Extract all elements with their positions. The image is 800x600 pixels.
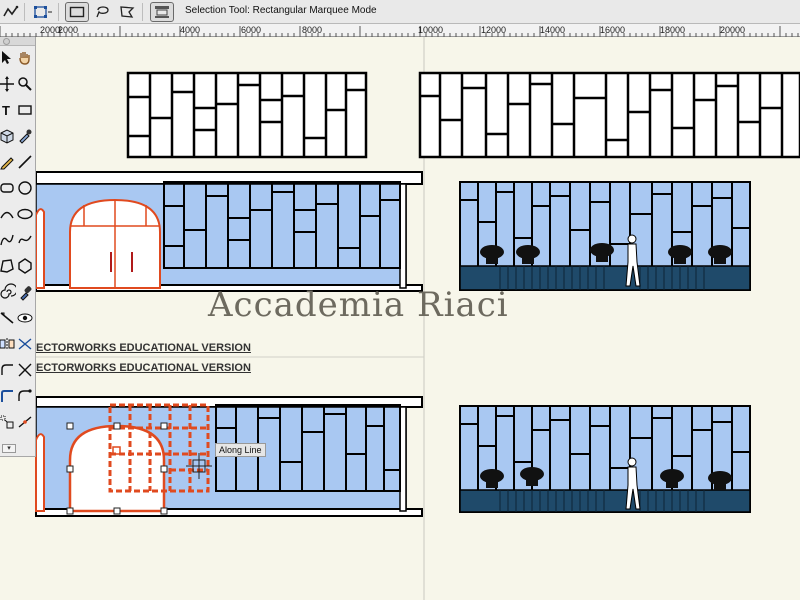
ruler-label: 12000	[481, 25, 507, 35]
oval-tool-icon[interactable]	[16, 205, 34, 223]
3d-tool-icon-glyph	[0, 129, 14, 144]
circle-tool-icon[interactable]	[16, 179, 34, 197]
snap-tooltip: Along Line	[215, 443, 266, 457]
mode-separator	[58, 3, 59, 21]
mirror-tool-icon-glyph	[0, 338, 15, 350]
svg-text:T: T	[2, 103, 10, 118]
trim-tool-icon[interactable]	[16, 361, 34, 379]
ruler-label: 14000	[540, 25, 566, 35]
fillet-tool-icon-glyph	[1, 364, 13, 375]
palette-title-bar[interactable]	[0, 37, 35, 46]
text-tool-icon-glyph: T	[2, 103, 10, 118]
pan-hand-icon[interactable]	[16, 49, 34, 67]
educational-version-label: ECTORWORKS EDUCATIONAL VERSION	[36, 342, 251, 354]
polygon-tool-icon[interactable]	[0, 257, 16, 275]
pencil-icon[interactable]	[0, 153, 16, 171]
rounded-rect-icon-glyph	[0, 183, 14, 193]
connect-tool-icon-glyph	[18, 389, 32, 401]
trim-tool-icon-glyph	[18, 363, 32, 377]
palette-expand-button[interactable]: ▾	[2, 444, 16, 453]
ruler-label: 16000	[600, 25, 626, 35]
dropper-icon[interactable]	[16, 283, 34, 301]
move-cursor-icon[interactable]	[0, 75, 16, 93]
polygon-tool-icon-glyph	[0, 259, 14, 273]
polyline-tool-icon[interactable]	[0, 231, 16, 249]
pencil-icon-glyph	[0, 157, 14, 170]
freehand-icon[interactable]	[16, 231, 34, 249]
ruler-label: 20000	[720, 25, 746, 35]
offset-tool-icon-glyph	[18, 338, 32, 350]
facade-elevation-middle-right[interactable]	[459, 181, 751, 291]
ruler-label: 10000	[418, 25, 444, 35]
rectangle-tool-icon[interactable]	[16, 101, 34, 119]
basic-tool-palette: T ▾	[0, 37, 36, 457]
lasso-marquee-icon[interactable]	[93, 2, 113, 22]
mode-bar: Selection Tool: Rectangular Marquee Mode	[0, 0, 800, 24]
visibility-icon[interactable]	[16, 309, 34, 327]
selection-arrow-icon-glyph	[2, 51, 11, 64]
zoom-icon-glyph	[18, 77, 32, 91]
ruler-label: 8000	[302, 25, 323, 35]
wall-tool-icon[interactable]	[0, 309, 16, 327]
window-frame-top-left[interactable]	[126, 71, 368, 159]
ruler-label: 6000	[241, 25, 262, 35]
split-tool-icon-glyph	[18, 416, 32, 428]
mirror-tool-icon[interactable]	[0, 335, 16, 353]
ruler-label: 4000	[180, 25, 201, 35]
line-tool-icon[interactable]	[16, 153, 34, 171]
arc-tool-icon[interactable]	[0, 205, 16, 223]
selection-arrow-icon[interactable]	[0, 49, 16, 67]
vectorworks-window: Selection Tool: Rectangular Marquee Mode…	[0, 0, 800, 600]
align-settings-icon[interactable]	[150, 2, 174, 22]
visibility-icon-glyph	[17, 313, 33, 323]
split-tool-icon[interactable]	[16, 413, 34, 431]
zigzag-mode-icon[interactable]	[2, 2, 20, 22]
text-tool-icon[interactable]: T	[0, 101, 16, 119]
rectangular-marquee-icon[interactable]	[65, 2, 89, 22]
circle-tool-icon-glyph	[18, 181, 32, 195]
wall-tool-icon-glyph	[0, 312, 14, 324]
palette-close-button[interactable]	[3, 38, 10, 45]
reshape-tool-icon[interactable]	[0, 413, 16, 431]
pan-hand-icon-glyph	[19, 52, 30, 65]
rectangle-tool-icon-glyph	[18, 105, 32, 115]
educational-version-label: ECTORWORKS EDUCATIONAL VERSION	[36, 362, 251, 374]
transform-mode-icon[interactable]	[32, 2, 54, 22]
dropper-icon-glyph	[20, 286, 32, 301]
ruler-label: 18000	[660, 25, 686, 35]
connect-tool-icon[interactable]	[16, 387, 34, 405]
offset-tool-icon[interactable]	[16, 335, 34, 353]
facade-elevation-lower-right[interactable]	[459, 405, 751, 513]
clip-tool-icon-glyph	[1, 390, 13, 402]
move-cursor-icon-glyph	[0, 76, 14, 92]
regular-polygon-icon-glyph	[18, 258, 32, 274]
mode-status-text: Selection Tool: Rectangular Marquee Mode	[185, 5, 377, 16]
zoom-icon[interactable]	[16, 75, 34, 93]
line-tool-icon-glyph	[18, 155, 32, 169]
oval-tool-icon-glyph	[17, 208, 33, 220]
horizontal-ruler[interactable]: 2000 2000 4000 6000 8000 10000 12000 140…	[0, 24, 800, 37]
spiral-icon[interactable]	[0, 283, 16, 301]
3d-tool-icon[interactable]	[0, 127, 16, 145]
watermark-text: Accademia Riaci	[208, 285, 509, 325]
clip-tool-icon[interactable]	[0, 387, 16, 405]
freehand-icon-glyph	[18, 235, 32, 244]
spiral-icon-glyph	[0, 283, 16, 299]
mode-separator	[24, 3, 25, 21]
regular-polygon-icon[interactable]	[16, 257, 34, 275]
reshape-tool-icon-glyph	[0, 415, 14, 429]
eyedropper-icon[interactable]	[16, 127, 34, 145]
polygon-marquee-icon[interactable]	[117, 2, 137, 22]
arc-tool-icon-glyph	[0, 211, 14, 219]
fillet-tool-icon[interactable]	[0, 361, 16, 379]
storefront-elevation-middle[interactable]	[35, 171, 423, 292]
mode-separator	[142, 3, 143, 21]
rounded-rect-icon[interactable]	[0, 179, 16, 197]
ruler-label: 2000	[58, 25, 79, 35]
eyedropper-icon-glyph	[19, 129, 32, 144]
polyline-tool-icon-glyph	[0, 234, 14, 246]
window-frame-top-right[interactable]	[418, 71, 800, 159]
